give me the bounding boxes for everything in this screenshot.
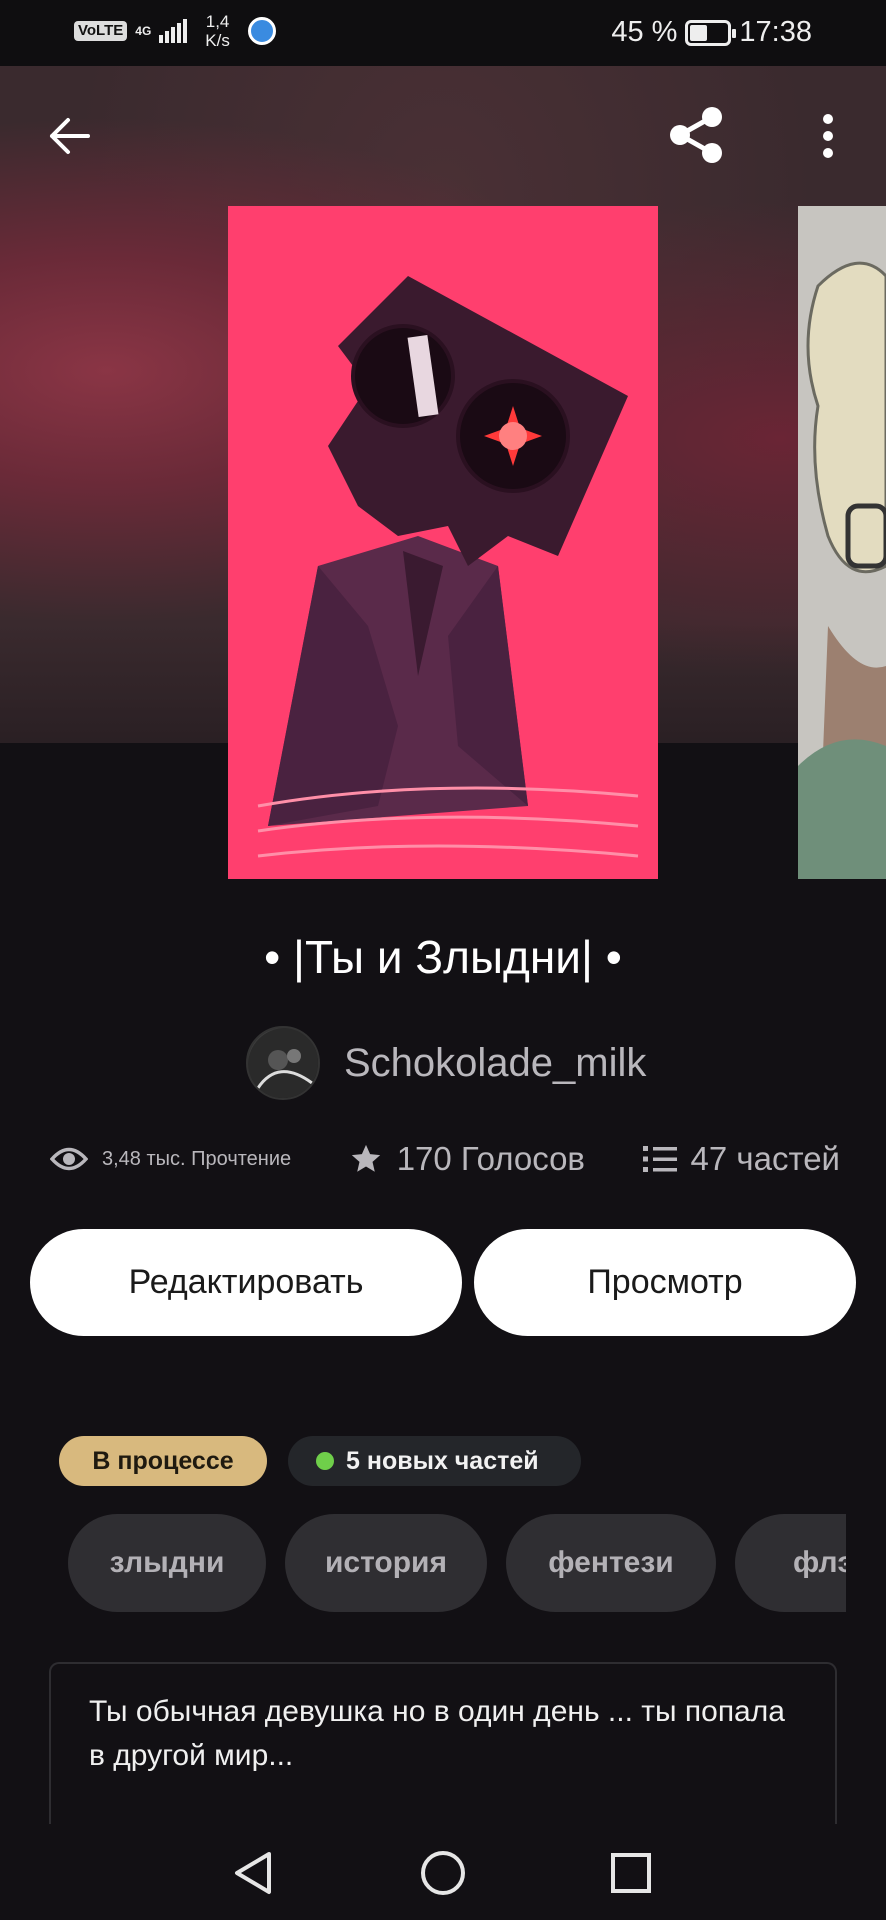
nav-recents-button[interactable]	[604, 1846, 658, 1900]
share-button[interactable]	[662, 100, 732, 170]
new-indicator-dot	[316, 1452, 334, 1470]
status-left: VoLTE 4G 1,4 K/s	[74, 12, 276, 50]
tag-chip[interactable]: история	[285, 1514, 487, 1612]
parts-stat: 47 частей	[642, 1140, 840, 1178]
nav-back-button[interactable]	[226, 1846, 280, 1900]
description-text: Ты обычная девушка но в один день ... ты…	[89, 1695, 785, 1772]
story-stats: 3,48 тыс. Прочтение 170 Голосов 47 часте…	[50, 1140, 840, 1178]
author-link[interactable]: Schokolade_milk	[246, 1026, 646, 1100]
reads-count: 3,48 тыс. Прочтение	[102, 1147, 292, 1170]
votes-count: 170 Голосов	[396, 1140, 585, 1177]
tag-list: злыдни история фентези флэ	[68, 1514, 846, 1612]
star-icon	[351, 1144, 380, 1172]
speed-unit: K/s	[205, 31, 230, 50]
tag-chip[interactable]: флэ	[735, 1514, 846, 1612]
system-nav-bar	[0, 1824, 886, 1920]
battery-percent: 45 %	[611, 16, 678, 48]
edit-button[interactable]: Редактировать	[30, 1229, 462, 1336]
status-badge: В процессе	[59, 1436, 267, 1486]
battery-icon	[685, 19, 737, 46]
volte-badge: VoLTE	[74, 21, 128, 41]
votes-stat: 170 Голосов	[349, 1140, 585, 1178]
status-right: 45 % 17:38	[611, 16, 812, 49]
next-cover-illustration	[798, 206, 886, 879]
app-notification-icon	[247, 17, 276, 45]
list-icon	[642, 1146, 677, 1172]
network-speed: 1,4 K/s	[205, 12, 230, 50]
avatar-image	[248, 1028, 318, 1098]
circle-home-icon	[421, 1851, 465, 1895]
avatar[interactable]	[246, 1026, 320, 1100]
parts-count: 47 частей	[690, 1140, 840, 1177]
triangle-back-icon	[235, 1852, 271, 1894]
network-type: 4G	[135, 24, 152, 38]
more-vertical-icon	[823, 114, 833, 158]
view-button[interactable]: Просмотр	[474, 1229, 856, 1336]
eye-icon	[50, 1147, 88, 1171]
nav-home-button[interactable]	[416, 1846, 470, 1900]
battery-fill	[690, 24, 707, 41]
clock: 17:38	[739, 16, 812, 48]
status-bar: VoLTE 4G 1,4 K/s 45 % 17:38	[0, 0, 886, 66]
more-options-button[interactable]	[808, 104, 848, 168]
tag-chip[interactable]: фентези	[506, 1514, 716, 1612]
tag-chip[interactable]: злыдни	[68, 1514, 266, 1612]
story-description[interactable]: Ты обычная девушка но в один день ... ты…	[49, 1662, 837, 1824]
reads-stat: 3,48 тыс. Прочтение	[50, 1146, 291, 1172]
story-cover[interactable]	[228, 206, 658, 879]
story-title: • |Ты и Злыдни| •	[264, 931, 622, 983]
author-name[interactable]: Schokolade_milk	[344, 1041, 646, 1086]
next-story-cover[interactable]	[798, 206, 886, 879]
speed-value: 1,4	[205, 12, 230, 31]
share-icon	[670, 107, 722, 163]
signal-icon	[159, 19, 188, 43]
back-button[interactable]	[36, 104, 100, 168]
cover-illustration	[228, 206, 658, 879]
square-recents-icon	[611, 1853, 651, 1893]
arrow-left-icon	[50, 118, 90, 154]
new-parts-label: 5 новых частей	[346, 1446, 539, 1475]
new-parts-badge: 5 новых частей	[288, 1436, 581, 1486]
